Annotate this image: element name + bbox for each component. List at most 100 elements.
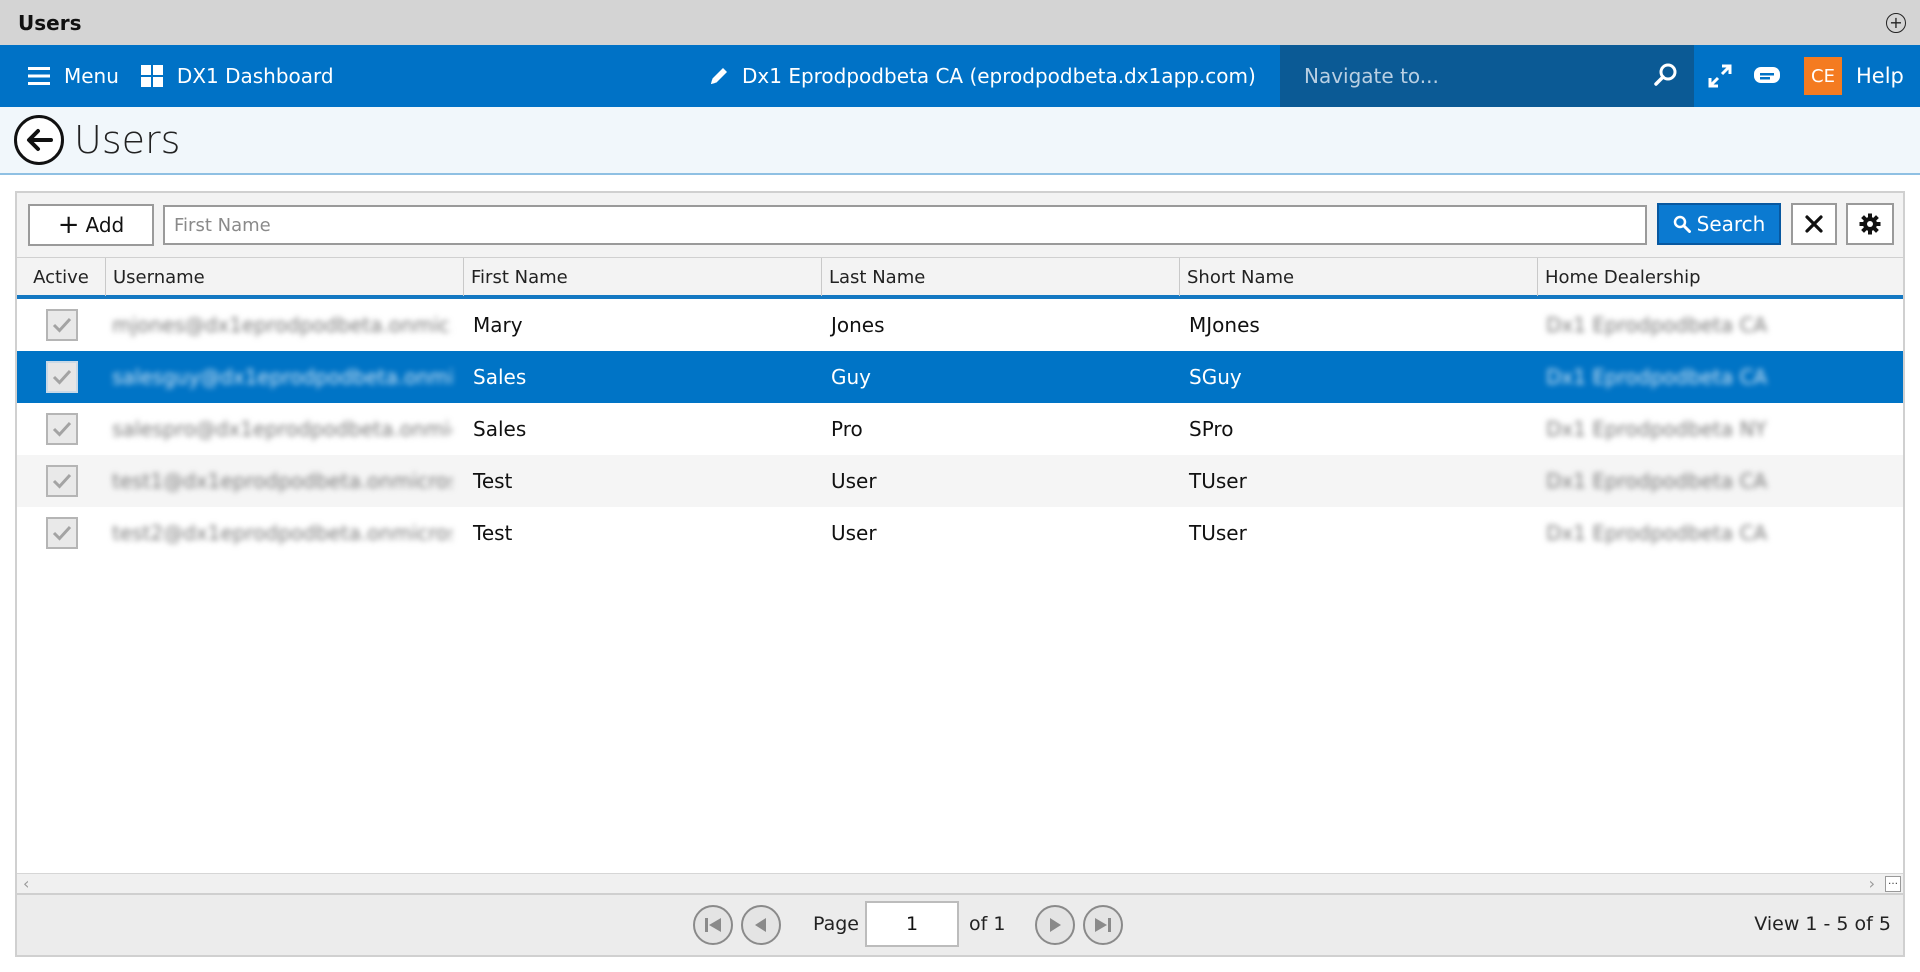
username-cell: mjones@dx1eprodpodbeta.onmic... [112, 313, 452, 337]
pencil-icon [711, 68, 727, 84]
column-header-first-name[interactable]: First Name [464, 258, 822, 296]
last-page-icon [1095, 918, 1111, 932]
active-checkbox[interactable] [45, 413, 78, 445]
last-name-cell: User [831, 521, 877, 545]
username-cell: salesguy@dx1eprodpodbeta.onmi... [112, 365, 452, 389]
search-icon[interactable] [1654, 63, 1678, 87]
short-name-cell: TUser [1189, 521, 1247, 545]
table-row[interactable]: test2@dx1eprodpodbeta.onmicros... Test U… [17, 507, 1903, 559]
search-icon [1673, 215, 1691, 233]
check-icon [52, 525, 71, 541]
add-label: Add [85, 213, 125, 237]
home-dealership-cell: Dx1 Eprodpodbeta CA [1546, 313, 1768, 337]
last-name-cell: Guy [831, 365, 872, 389]
home-dealership-cell: Dx1 Eprodpodbeta CA [1546, 365, 1768, 389]
scroll-left-icon[interactable]: ‹ [23, 874, 29, 893]
first-page-icon [705, 918, 721, 932]
app-bar: Menu DX1 Dashboard Dx1 Eprodpodbeta CA (… [0, 45, 1920, 107]
hamburger-icon [28, 67, 50, 85]
record-summary: View 1 - 5 of 5 [1754, 913, 1891, 935]
table-row[interactable]: mjones@dx1eprodpodbeta.onmic... Mary Jon… [17, 299, 1903, 351]
grid-toolbar: + Add Search [17, 193, 1903, 257]
page-count-label: of 1 [969, 913, 1006, 935]
active-checkbox[interactable] [45, 465, 78, 497]
next-page-button[interactable] [1035, 905, 1075, 945]
page-number-input[interactable] [865, 901, 959, 947]
help-link[interactable]: Help [1856, 64, 1904, 88]
username-cell: test1@dx1eprodpodbeta.onmicros... [112, 469, 452, 493]
dashboard-link[interactable]: DX1 Dashboard [140, 64, 334, 88]
dashboard-label: DX1 Dashboard [176, 64, 334, 88]
column-header-home-dealership[interactable]: Home Dealership [1538, 258, 1903, 296]
first-name-cell: Sales [473, 365, 527, 389]
table-row[interactable]: salespro@dx1eprodpodbeta.onmic... Sales … [17, 403, 1903, 455]
tenant-label: Dx1 Eprodpodbeta CA (eprodpodbeta.dx1app… [742, 64, 1256, 88]
scroll-right-icon[interactable]: › [1869, 874, 1875, 893]
back-button[interactable] [14, 115, 64, 165]
last-name-cell: Pro [831, 417, 863, 441]
username-cell: test2@dx1eprodpodbeta.onmicros... [112, 521, 452, 545]
page-title: Users [74, 118, 181, 162]
short-name-cell: SPro [1189, 417, 1234, 441]
check-icon [52, 369, 71, 385]
column-chooser-icon[interactable]: … [1885, 876, 1901, 892]
window-titlebar: Users + [0, 0, 1920, 45]
first-page-button[interactable] [693, 905, 733, 945]
column-header-username[interactable]: Username [106, 258, 464, 296]
table-row[interactable]: test1@dx1eprodpodbeta.onmicros... Test U… [17, 455, 1903, 507]
short-name-cell: TUser [1189, 469, 1247, 493]
prev-page-icon [755, 918, 766, 932]
column-header-active[interactable]: Active [17, 258, 106, 296]
home-dealership-cell: Dx1 Eprodpodbeta NY [1546, 417, 1767, 441]
search-button[interactable]: Search [1657, 203, 1781, 245]
column-header-short-name[interactable]: Short Name [1180, 258, 1538, 296]
navigate-box [1280, 45, 1694, 107]
users-panel: + Add Search [15, 191, 1905, 957]
active-checkbox[interactable] [45, 517, 78, 549]
last-page-button[interactable] [1083, 905, 1123, 945]
active-checkbox[interactable] [45, 309, 78, 341]
appbar-actions: CE Help [1706, 45, 1904, 107]
grid-icon [140, 65, 163, 87]
close-icon [1805, 215, 1823, 233]
last-name-cell: User [831, 469, 877, 493]
gear-icon [1859, 213, 1881, 235]
home-dealership-cell: Dx1 Eprodpodbeta CA [1546, 469, 1768, 493]
menu-button[interactable]: Menu [28, 64, 119, 88]
user-avatar[interactable]: CE [1804, 57, 1842, 95]
add-tab-icon[interactable]: + [1886, 13, 1906, 33]
table-row[interactable]: salesguy@dx1eprodpodbeta.onmi... Sales G… [17, 351, 1903, 403]
short-name-cell: MJones [1189, 313, 1260, 337]
short-name-cell: SGuy [1189, 365, 1242, 389]
grid-header: Active Username First Name Last Name Sho… [17, 257, 1903, 299]
prev-page-button[interactable] [741, 905, 781, 945]
column-header-last-name[interactable]: Last Name [822, 258, 1180, 296]
expand-icon[interactable] [1706, 62, 1734, 90]
add-button[interactable]: + Add [28, 204, 154, 246]
settings-button[interactable] [1846, 203, 1894, 245]
navigate-input[interactable] [1304, 64, 1644, 88]
grid-rows: mjones@dx1eprodpodbeta.onmic... Mary Jon… [17, 299, 1903, 559]
tenant-selector[interactable]: Dx1 Eprodpodbeta CA (eprodpodbeta.dx1app… [708, 45, 1256, 107]
page-header: Users [0, 107, 1920, 175]
check-icon [52, 421, 71, 437]
check-icon [52, 317, 71, 333]
clear-button[interactable] [1791, 203, 1837, 245]
menu-label: Menu [64, 64, 119, 88]
first-name-cell: Sales [473, 417, 527, 441]
search-label: Search [1696, 212, 1766, 236]
active-checkbox[interactable] [45, 361, 78, 393]
username-cell: salespro@dx1eprodpodbeta.onmic... [112, 417, 452, 441]
window-title: Users [18, 10, 82, 35]
last-name-cell: Jones [831, 313, 885, 337]
plus-icon: + [57, 210, 80, 240]
next-page-icon [1050, 918, 1061, 932]
first-name-cell: Test [473, 521, 513, 545]
pager: Page of 1 View 1 - 5 of 5 [17, 893, 1903, 955]
chat-icon[interactable] [1752, 63, 1782, 89]
horizontal-scrollbar[interactable]: ‹ › … [17, 873, 1903, 893]
first-name-input[interactable] [163, 205, 1647, 245]
check-icon [52, 473, 71, 489]
home-dealership-cell: Dx1 Eprodpodbeta CA [1546, 521, 1768, 545]
back-arrow-icon [27, 129, 53, 151]
